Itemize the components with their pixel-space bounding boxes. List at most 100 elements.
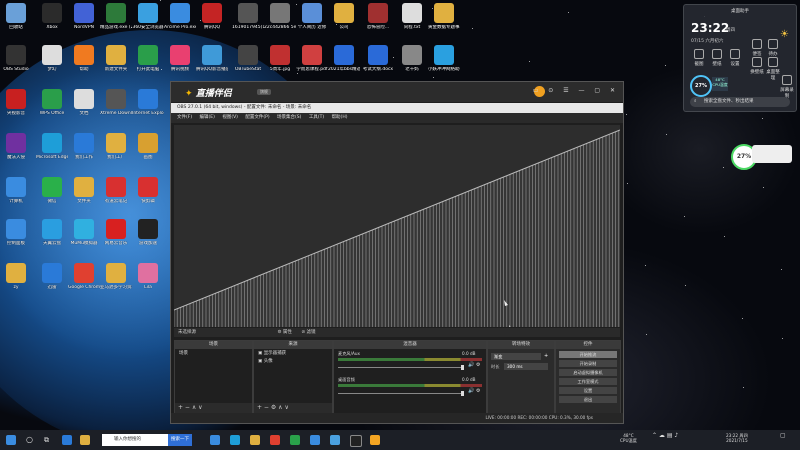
source-item-avatar[interactable]: ▣ 头像 xyxy=(254,357,332,365)
widget-cell-record[interactable]: 屏幕录制 xyxy=(780,75,794,99)
menu-view[interactable]: 视图(V) xyxy=(222,115,238,120)
menu-profile[interactable]: 配置文件(P) xyxy=(245,115,269,120)
widget-cell-screenshot[interactable]: 截图 xyxy=(692,49,706,67)
desktop-icon[interactable]: 天翼云盘 xyxy=(36,219,68,246)
desktop-icon[interactable]: Internet Explorer xyxy=(132,89,164,116)
desktop-icon[interactable]: 央视影音 xyxy=(0,89,32,116)
widget-search-input[interactable]: ⌕ 搜索全盘文件、秒出结果 xyxy=(690,97,790,107)
obs-taskbar-icon[interactable] xyxy=(350,435,362,447)
notification-icon[interactable]: ▢ xyxy=(780,433,786,439)
desktop-mute-icon[interactable]: 🔊 xyxy=(468,388,474,394)
mic-volume-slider[interactable] xyxy=(338,367,463,368)
desktop-icon[interactable]: Xbox xyxy=(36,3,68,30)
studio-mode-button[interactable]: 工作室模式 xyxy=(559,378,617,385)
desktop-icon[interactable]: 控制面板 xyxy=(0,219,32,246)
edge-browser-icon[interactable] xyxy=(230,435,240,445)
mic-settings-icon[interactable]: ⚙ xyxy=(476,362,480,368)
widget-cell-notes[interactable]: 便签 xyxy=(750,39,764,57)
desktop-icon[interactable]: Microsoft Edge xyxy=(36,133,68,160)
desktop-icon[interactable]: 360安全浏览器 xyxy=(132,3,164,30)
desktop-icon[interactable]: 个人简历 近修 xyxy=(296,3,328,30)
properties-button[interactable]: ⚙ 属性 xyxy=(277,330,291,335)
widget-cell-organize[interactable]: 桌面整理 xyxy=(766,57,780,81)
desktop-icon[interactable]: Arcime Pro.exe (2) xyxy=(164,3,196,30)
obs-preview-canvas[interactable] xyxy=(174,125,620,327)
desktop-icon[interactable]: Lila xyxy=(132,263,164,290)
desktop-icon[interactable]: 魔法入侵 xyxy=(0,133,32,160)
store-icon[interactable] xyxy=(210,435,220,445)
desktop-icon[interactable]: 小妖冲冲网络助手 xyxy=(428,45,460,72)
menu-file[interactable]: 文件(F) xyxy=(177,115,192,120)
desktop-icon[interactable]: 亚马逊多学习资料 xyxy=(100,263,132,290)
widget-cell-theme[interactable]: 壁纸 xyxy=(710,49,724,67)
app-icon[interactable] xyxy=(330,435,340,445)
desktop-icon[interactable]: 文件夹 xyxy=(68,177,100,204)
duration-input[interactable]: 300 ms xyxy=(504,363,548,370)
desktop-icon[interactable]: 腾讯QQ影音播放 xyxy=(196,45,228,72)
desktop-icon[interactable]: NordVPN xyxy=(68,3,100,30)
memory-gauge[interactable]: 27% xyxy=(690,75,712,97)
menu-tools[interactable]: 工具(T) xyxy=(309,115,324,120)
desktop-icon[interactable]: 1619017945(1).jpg xyxy=(232,3,264,30)
desktop-icon[interactable]: 梦幻 xyxy=(36,45,68,72)
desktop-icon[interactable]: 同程.txt xyxy=(396,3,428,30)
settings-button[interactable]: 设置 xyxy=(559,387,617,394)
desktop-icon[interactable]: 5周年.jpg xyxy=(264,45,296,72)
desktop-icon[interactable]: 腾讯QQ xyxy=(196,3,228,30)
desktop-icon[interactable]: 新建文件夹 xyxy=(100,45,132,72)
task-view-icon[interactable]: ⧉ xyxy=(44,435,54,445)
sources-toolbar[interactable]: + − ⚙ ∧ ∨ xyxy=(254,403,332,413)
desktop-icon[interactable]: 文档 xyxy=(68,89,100,116)
desktop-icon[interactable]: 恐怖冒险... xyxy=(362,3,394,30)
desktop-icon[interactable]: 老干妈 xyxy=(396,45,428,72)
desktop-icon[interactable]: 黄金数据专题事项.jpg xyxy=(428,3,460,30)
window-controls[interactable]: ▭ ⊙ ☰ — ▢ ✕ xyxy=(533,87,619,94)
mic-mute-icon[interactable]: 🔊 xyxy=(468,362,474,368)
search-icon[interactable]: ○ xyxy=(26,435,36,445)
scenes-toolbar[interactable]: + − ∧ ∨ xyxy=(175,403,252,413)
desktop-icon[interactable]: Xtreme Download xyxy=(100,89,132,116)
desktop-icon[interactable]: 有道云笔记 xyxy=(100,177,132,204)
desktop-icon[interactable]: 公司 xyxy=(328,3,360,30)
taskbar-search-input[interactable]: 输入你想搜的 xyxy=(102,434,168,446)
start-streaming-button[interactable]: 开始推流 xyxy=(559,351,617,358)
live-companion-taskbar-icon[interactable] xyxy=(370,435,380,445)
desktop-icon[interactable]: MuMu模拟器 xyxy=(68,219,100,246)
start-recording-button[interactable]: 开始录制 xyxy=(559,360,617,367)
transition-type-select[interactable]: 渐变 xyxy=(491,353,541,360)
folder-icon[interactable] xyxy=(80,435,90,445)
transition-add-icon[interactable]: + xyxy=(544,353,548,359)
widget-cell-todo[interactable]: 待办 xyxy=(766,39,780,57)
widget-cell-settings[interactable]: 设置 xyxy=(728,49,742,67)
desktop-icon[interactable]: OBTubeStat xyxy=(232,45,264,72)
desktop-icon[interactable]: WPS Office xyxy=(36,89,68,116)
desktop-icon[interactable]: zy xyxy=(0,263,32,290)
taskbar-clock[interactable]: 23:22 周四 2021/7/15 xyxy=(726,433,748,443)
desktop-icon[interactable]: Google Chrome xyxy=(68,263,100,290)
mic-volume-knob[interactable] xyxy=(461,365,464,370)
windows-start-icon[interactable] xyxy=(6,435,16,445)
filters-button[interactable]: ⊘ 滤镜 xyxy=(301,330,315,335)
desktop-icon[interactable]: 游戏加速 xyxy=(132,219,164,246)
desktop-icon[interactable]: 我们工厂 xyxy=(100,133,132,160)
menu-scene-collection[interactable]: 场景集合(S) xyxy=(277,115,301,120)
desktop-icon[interactable]: 腾讯视频 xyxy=(164,45,196,72)
menu-help[interactable]: 帮助(H) xyxy=(332,115,348,120)
desktop-icon[interactable]: 精品游戏.exe (2) xyxy=(100,3,132,30)
desktop-settings-icon[interactable]: ⚙ xyxy=(476,388,480,394)
desktop-icon[interactable]: OBS Studio xyxy=(0,45,32,72)
desktop-icon[interactable]: 考试大纲.docx xyxy=(362,45,394,72)
desktop-icon[interactable]: 微信 xyxy=(36,177,68,204)
exit-button[interactable]: 退出 xyxy=(559,396,617,403)
source-item-display-capture[interactable]: ▣ 显示器捕获 xyxy=(254,349,332,357)
desktop-icon[interactable]: 帮助 xyxy=(68,45,100,72)
desktop-icon[interactable]: 画图 xyxy=(132,133,164,160)
desktop-icon[interactable]: 网易云音乐 xyxy=(100,219,132,246)
qq-icon[interactable] xyxy=(310,435,320,445)
desktop-icon[interactable]: 回收站 xyxy=(0,3,32,30)
desktop-icon[interactable]: 学而思课程.pdf xyxy=(296,45,328,72)
edge-icon[interactable] xyxy=(62,435,72,445)
desktop-icon[interactable]: 迅雷 xyxy=(36,263,68,290)
desktop-icon[interactable]: 22c442866 5ee6dd1... xyxy=(264,3,296,30)
widget-cell-wallpaper[interactable]: 换壁纸 xyxy=(750,57,764,75)
